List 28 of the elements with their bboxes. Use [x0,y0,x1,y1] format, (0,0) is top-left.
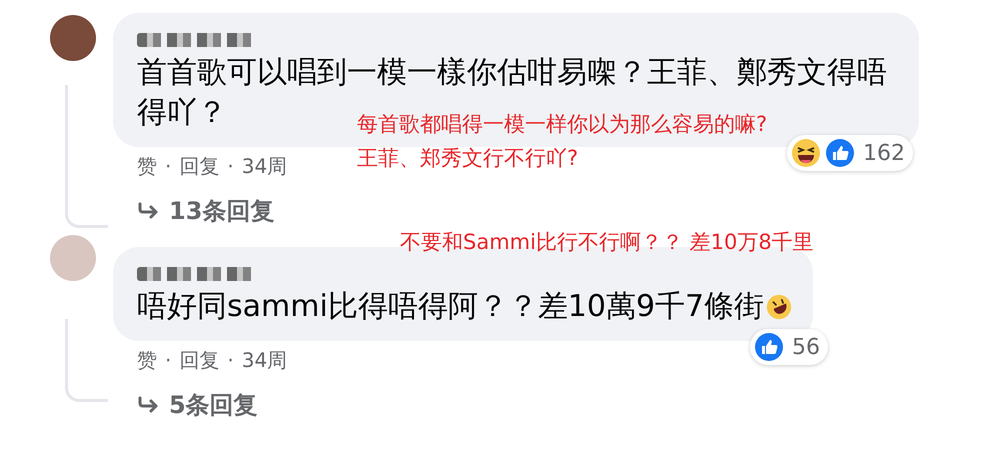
view-replies-link[interactable]: 13条回复 [137,195,274,227]
action-link[interactable]: 回复 [179,151,220,181]
separator-dot: · [165,347,172,374]
action-link[interactable]: 赞 [137,345,157,375]
reply-arrow-icon [137,202,159,220]
laughing-emoji-icon [791,138,821,168]
annotation-text: 每首歌都唱得一模一样你以为那么容易的嘛? 王菲、郑秀文行不行吖? [357,111,768,172]
reaction-count: 162 [863,140,905,166]
comment-time: 34周 [242,347,288,374]
comment-text: 得吖？ [137,94,227,132]
action-link[interactable]: 回复 [179,345,220,375]
reaction-count: 56 [792,334,820,360]
comment-time: 34周 [242,153,288,180]
thumbs-up-icon [825,138,855,168]
comment-text: 唔好同sammi比得唔得阿？？差10萬9千7條街 [137,288,764,326]
separator-dot: · [165,153,172,180]
reaction-summary[interactable]: 162 [787,135,913,171]
annotation-text: 不要和Sammi比行不行啊？？ 差10万8千里 [400,229,814,256]
view-replies-link[interactable]: 5条回复 [137,389,258,421]
avatar[interactable] [50,15,96,61]
rolling-laughing-emoji-icon [766,294,792,320]
comment-text: 首首歌可以唱到一模一樣你估咁易㗎？王菲、鄭秀文得唔 [137,54,887,92]
reaction-summary[interactable]: 56 [750,329,828,365]
reply-arrow-icon [137,396,159,414]
separator-dot: · [227,347,234,374]
action-link[interactable]: 赞 [137,151,157,181]
thumbs-up-icon [754,332,784,362]
separator-dot: · [227,153,234,180]
